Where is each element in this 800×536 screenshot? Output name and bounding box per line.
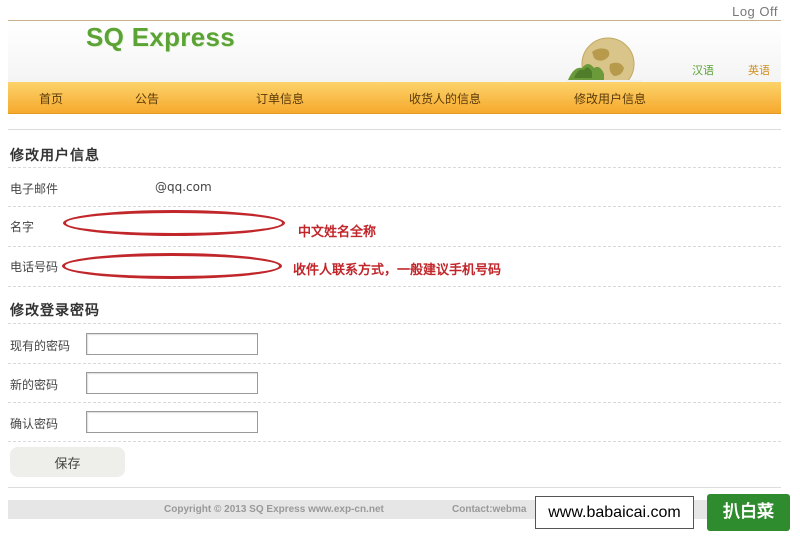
nav-item-orders[interactable]: 订单信息 <box>256 90 304 107</box>
nav-item-announcements[interactable]: 公告 <box>135 90 159 107</box>
top-divider <box>8 20 781 21</box>
footer-divider <box>8 487 781 488</box>
password-section-title: 修改登录密码 <box>10 303 100 319</box>
globe-icon <box>566 37 642 82</box>
row-divider <box>8 286 781 287</box>
email-label: 电子邮件 <box>10 182 59 196</box>
confirm-password-input[interactable] <box>86 411 258 433</box>
main-nav: 首页 公告 订单信息 收货人的信息 修改用户信息 <box>8 82 781 114</box>
row-divider <box>8 323 781 324</box>
profile-section-title: 修改用户信息 <box>10 148 100 164</box>
new-password-input[interactable] <box>86 372 258 394</box>
current-password-label: 现有的密码 <box>10 339 71 353</box>
nav-item-recipients[interactable]: 收货人的信息 <box>409 90 481 107</box>
row-divider <box>8 363 781 364</box>
site-logo: SQ Express <box>86 22 235 52</box>
lang-english-link[interactable]: 英语 <box>748 62 770 78</box>
email-value: @qq.com <box>155 180 212 194</box>
lang-chinese-link[interactable]: 汉语 <box>692 62 714 78</box>
watermark-site: www.babaicai.com <box>535 496 694 529</box>
logout-link[interactable]: Log Off <box>732 4 778 19</box>
row-divider <box>8 402 781 403</box>
row-divider <box>8 167 781 168</box>
phone-redaction-ellipse <box>62 253 282 279</box>
phone-annotation: 收件人联系方式，一般建议手机号码 <box>293 263 502 278</box>
footer-contact: Contact:webma <box>452 504 527 515</box>
footer-copyright: Copyright © 2013 SQ Express www.exp-cn.n… <box>164 504 384 515</box>
row-divider <box>8 206 781 207</box>
new-password-label: 新的密码 <box>10 378 59 392</box>
content-divider <box>8 129 781 130</box>
phone-label: 电话号码 <box>10 260 59 274</box>
nav-item-edit-profile[interactable]: 修改用户信息 <box>574 90 646 107</box>
name-redaction-ellipse <box>63 210 285 236</box>
nav-item-home[interactable]: 首页 <box>39 90 63 107</box>
current-password-input[interactable] <box>86 333 258 355</box>
save-button[interactable]: 保存 <box>10 447 125 477</box>
confirm-password-label: 确认密码 <box>10 417 59 431</box>
name-annotation: 中文姓名全称 <box>298 225 377 240</box>
watermark-brand: 扒白菜 <box>707 494 790 531</box>
row-divider <box>8 441 781 442</box>
name-label: 名字 <box>10 220 35 234</box>
row-divider <box>8 246 781 247</box>
